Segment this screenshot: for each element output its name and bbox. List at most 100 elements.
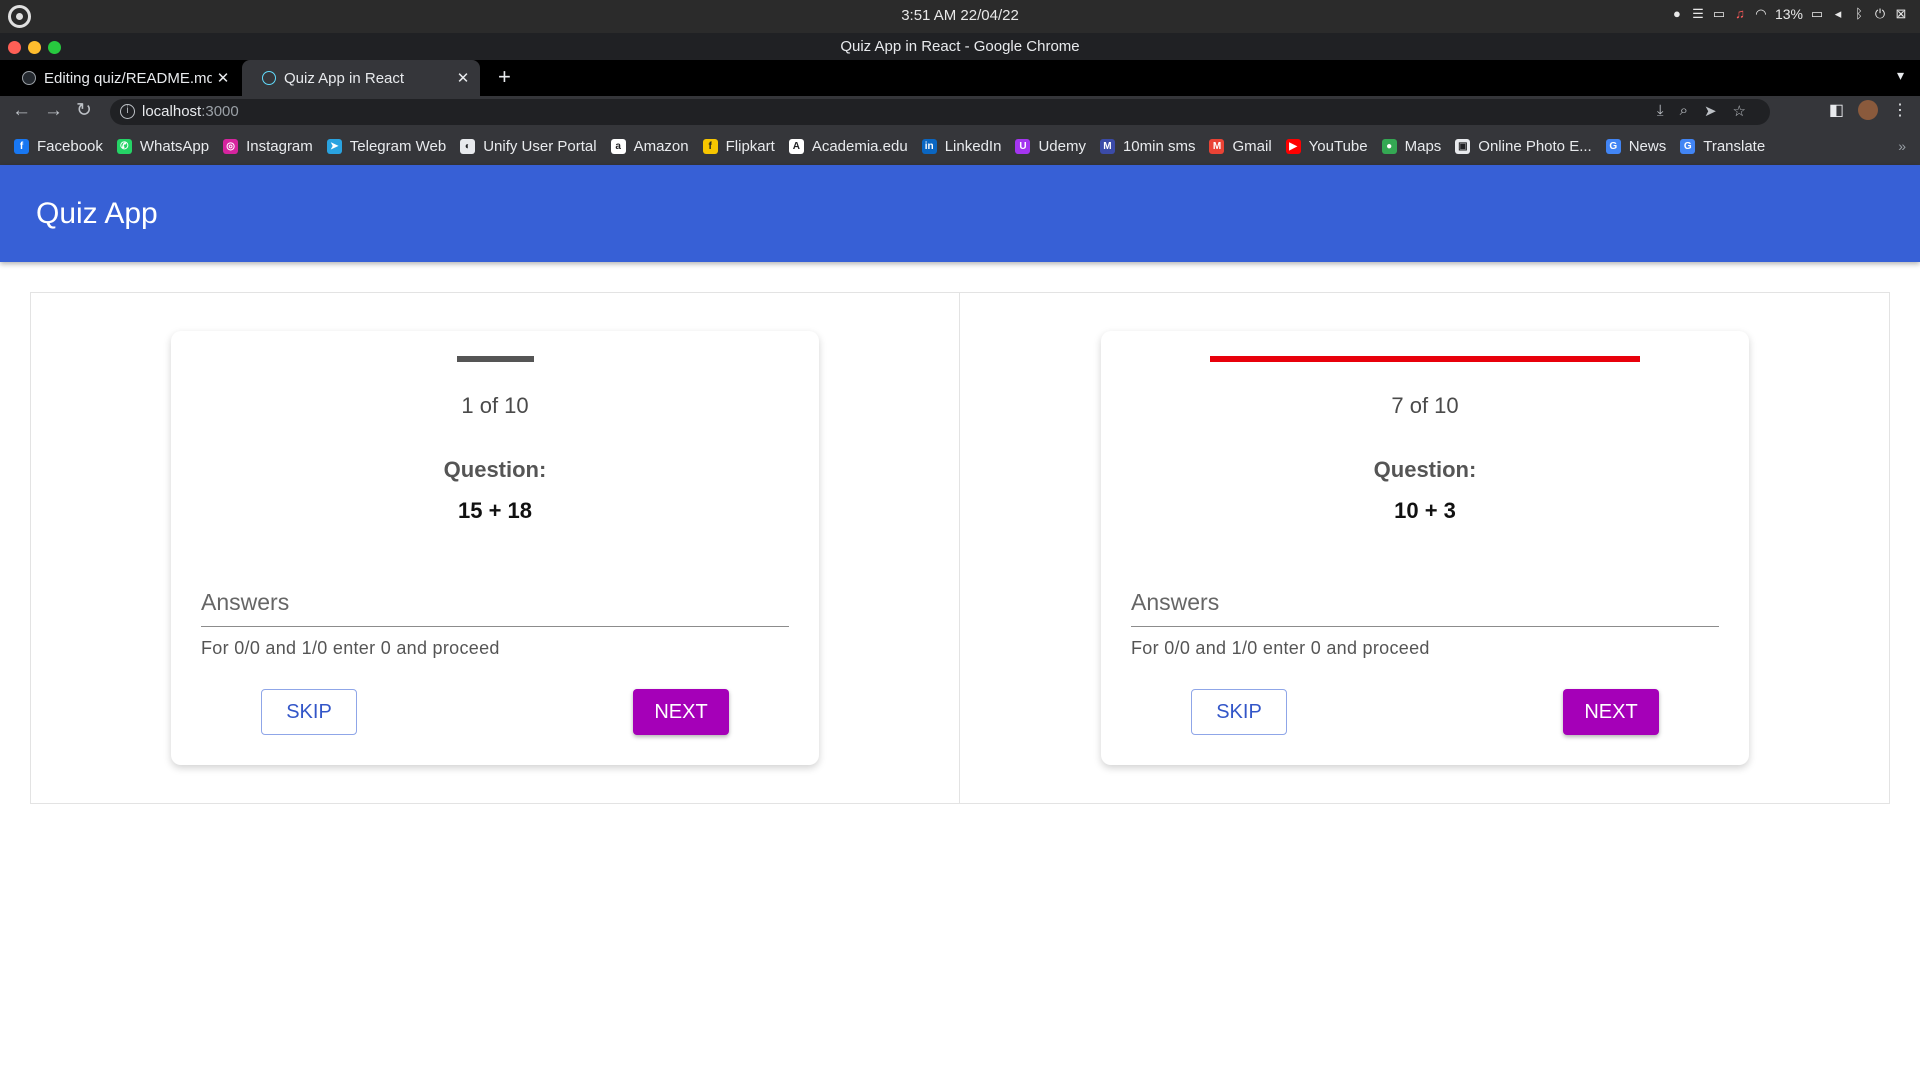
list-icon[interactable]: ☰ (1691, 7, 1705, 21)
quiz-card: 7 of 10 Question: 10 + 3 For 0/0 and 1/0… (1101, 331, 1749, 765)
bookmark-10min-sms[interactable]: M 10min sms (1099, 138, 1196, 155)
answer-input[interactable] (1131, 579, 1719, 627)
profile-avatar[interactable] (1858, 100, 1878, 120)
bookmark-translate[interactable]: G Translate (1680, 138, 1765, 155)
bookmark-linkedin[interactable]: in LinkedIn (921, 138, 1002, 155)
site-info-icon[interactable]: i (120, 104, 135, 119)
bookmark-label: Online Photo E... (1478, 138, 1592, 155)
sms-icon: M (1099, 139, 1115, 154)
battery-icon[interactable]: ▭ (1810, 7, 1824, 21)
amazon-icon: a (610, 139, 626, 154)
zoom-icon[interactable]: ⌕ (1680, 102, 1688, 120)
volume-icon[interactable]: ◂ (1831, 7, 1845, 21)
close-icon[interactable]: ✕ (452, 69, 474, 87)
bookmark-youtube[interactable]: ▶ YouTube (1285, 138, 1368, 155)
bookmark-label: Maps (1404, 138, 1442, 155)
back-icon[interactable]: ← (12, 100, 31, 122)
bookmark-label: Gmail (1232, 138, 1272, 155)
send-icon[interactable]: ➤ (1704, 102, 1717, 120)
bookmark-label: Facebook (37, 138, 103, 155)
bookmark-label: Telegram Web (349, 138, 447, 155)
tab-search-icon[interactable]: ▾ (1897, 67, 1904, 84)
bookmark-telegram-web[interactable]: ➤ Telegram Web (326, 138, 447, 155)
next-button[interactable]: NEXT (1563, 689, 1659, 735)
bookmarks-overflow-icon[interactable]: » (1898, 138, 1906, 154)
reload-icon[interactable]: ↻ (76, 100, 92, 122)
window-title: Quiz App in React - Google Chrome (840, 38, 1080, 55)
wifi-icon[interactable]: ◠ (1754, 7, 1768, 21)
tab-readme[interactable]: Editing quiz/README.md ✕ (2, 60, 240, 96)
tab-label: Quiz App in React (284, 69, 405, 87)
bookmark-maps[interactable]: ● Maps (1381, 138, 1442, 155)
app-header: Quiz App (0, 165, 1920, 262)
quiz-column-left: 1 of 10 Question: 15 + 18 For 0/0 and 1/… (31, 293, 960, 803)
bookmark-online-photo-e[interactable]: ▣ Online Photo E... (1455, 138, 1592, 155)
bookmarks-bar: f Facebook ✆ WhatsApp ◎ Instagram ➤ Telegram We… (0, 128, 1920, 165)
academia-icon: A (788, 139, 804, 154)
url-text[interactable]: localhost:3000 (142, 103, 239, 120)
bookmark-flipkart[interactable]: f Flipkart (702, 138, 775, 155)
linkedin-icon: in (921, 139, 937, 154)
question-label: Question: (1373, 457, 1477, 482)
battery-percent[interactable]: 13% (1775, 6, 1803, 22)
address-bar[interactable]: i localhost:3000 ⤓ ⌕ ➤ ☆ (110, 99, 1770, 125)
maps-icon: ● (1381, 139, 1397, 154)
bluetooth-icon[interactable]: ᛒ (1852, 7, 1866, 21)
question-text: 10 + 3 (1394, 498, 1456, 523)
quiz-column-right: 7 of 10 Question: 10 + 3 For 0/0 and 1/0… (961, 293, 1890, 803)
forward-icon[interactable]: → (44, 100, 63, 122)
window-title-bar: Quiz App in React - Google Chrome (0, 33, 1920, 60)
answer-input[interactable] (201, 579, 789, 627)
github-icon (22, 71, 36, 85)
bookmark-academia-edu[interactable]: A Academia.edu (788, 138, 908, 155)
record-icon[interactable]: ● (1670, 7, 1684, 21)
menu-icon[interactable]: ⋮ (1892, 100, 1908, 120)
bookmark-star-icon[interactable]: ☆ (1733, 102, 1746, 120)
bookmark-label: Amazon (633, 138, 689, 155)
bookmark-unify-user-portal[interactable]: ◐ Unify User Portal (460, 138, 597, 155)
flipkart-icon: f (702, 139, 718, 154)
bookmark-instagram[interactable]: ◎ Instagram (223, 138, 313, 155)
bookmark-amazon[interactable]: a Amazon (610, 138, 689, 155)
power-icon[interactable]: ⏻ (1873, 7, 1887, 21)
skip-button[interactable]: SKIP (261, 689, 357, 735)
bookmark-label: Translate (1703, 138, 1766, 155)
bookmark-udemy[interactable]: U Udemy (1015, 138, 1086, 155)
app-title: Quiz App (36, 197, 158, 230)
install-icon[interactable]: ⤓ (1657, 102, 1664, 120)
question-label: Question: (443, 457, 547, 482)
notification-bell-icon[interactable]: ♫ (1733, 7, 1747, 21)
whatsapp-icon: ✆ (116, 139, 132, 154)
os-top-bar: 3:51 AM 22/04/22 ● ☰ ▭ ♫ ◠ 13% ▭ ◂ ᛒ ⏻ ⊠ (0, 0, 1920, 33)
bookmark-label: Flipkart (725, 138, 775, 155)
gmail-icon: M (1209, 139, 1225, 154)
question-counter: 7 of 10 (1391, 393, 1459, 418)
bookmark-label: 10min sms (1122, 138, 1196, 155)
telegram-icon: ➤ (326, 139, 342, 154)
bookmark-label: LinkedIn (944, 138, 1002, 155)
bookmark-whatsapp[interactable]: ✆ WhatsApp (116, 138, 209, 155)
bookmark-label: Unify User Portal (483, 138, 597, 155)
question-text: 15 + 18 (457, 498, 532, 523)
tab-quiz-app[interactable]: Quiz App in React ✕ (242, 60, 480, 96)
side-panel-icon[interactable]: ◧ (1829, 100, 1844, 120)
exit-icon[interactable]: ⊠ (1894, 7, 1908, 21)
window-icon[interactable]: ▭ (1712, 7, 1726, 21)
tab-label: Editing quiz/README.md (44, 69, 212, 87)
next-button[interactable]: NEXT (633, 689, 729, 735)
bookmark-facebook[interactable]: f Facebook (14, 138, 103, 155)
os-clock[interactable]: 3:51 AM 22/04/22 (0, 7, 1920, 24)
bookmark-gmail[interactable]: M Gmail (1209, 138, 1272, 155)
bookmark-label: Academia.edu (811, 138, 908, 155)
close-icon[interactable]: ✕ (212, 69, 234, 87)
bookmark-news[interactable]: G News (1605, 138, 1666, 155)
skip-button[interactable]: SKIP (1191, 689, 1287, 735)
facebook-icon: f (14, 139, 29, 154)
question-counter: 1 of 10 (461, 393, 529, 418)
react-icon (262, 71, 276, 85)
new-tab-button[interactable]: + (498, 66, 511, 88)
tab-strip: Editing quiz/README.md ✕ Quiz App in Rea… (0, 60, 1920, 96)
answer-hint: For 0/0 and 1/0 enter 0 and proceed (201, 638, 500, 658)
progress-bar (1210, 356, 1640, 362)
unify-icon: ◐ (460, 139, 476, 154)
